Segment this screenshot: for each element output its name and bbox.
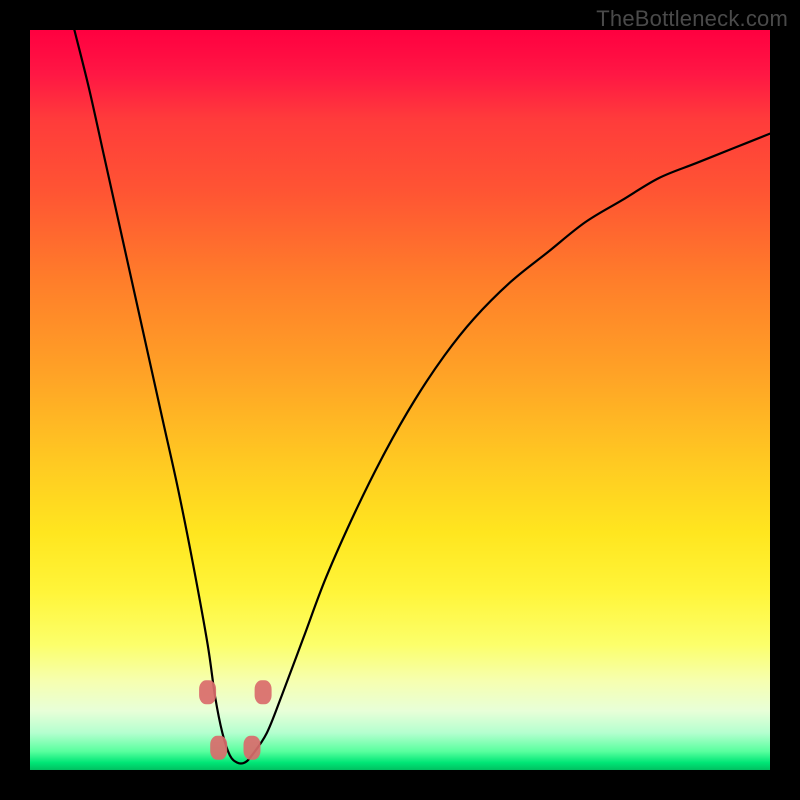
chart-plot-area (30, 30, 770, 770)
bottleneck-curve-svg (30, 30, 770, 770)
curve-marker (255, 680, 272, 704)
bottleneck-curve-path (74, 30, 770, 764)
curve-markers (199, 680, 272, 760)
curve-marker (210, 736, 227, 760)
curve-marker (244, 736, 261, 760)
curve-marker (199, 680, 216, 704)
watermark-text: TheBottleneck.com (596, 6, 788, 32)
